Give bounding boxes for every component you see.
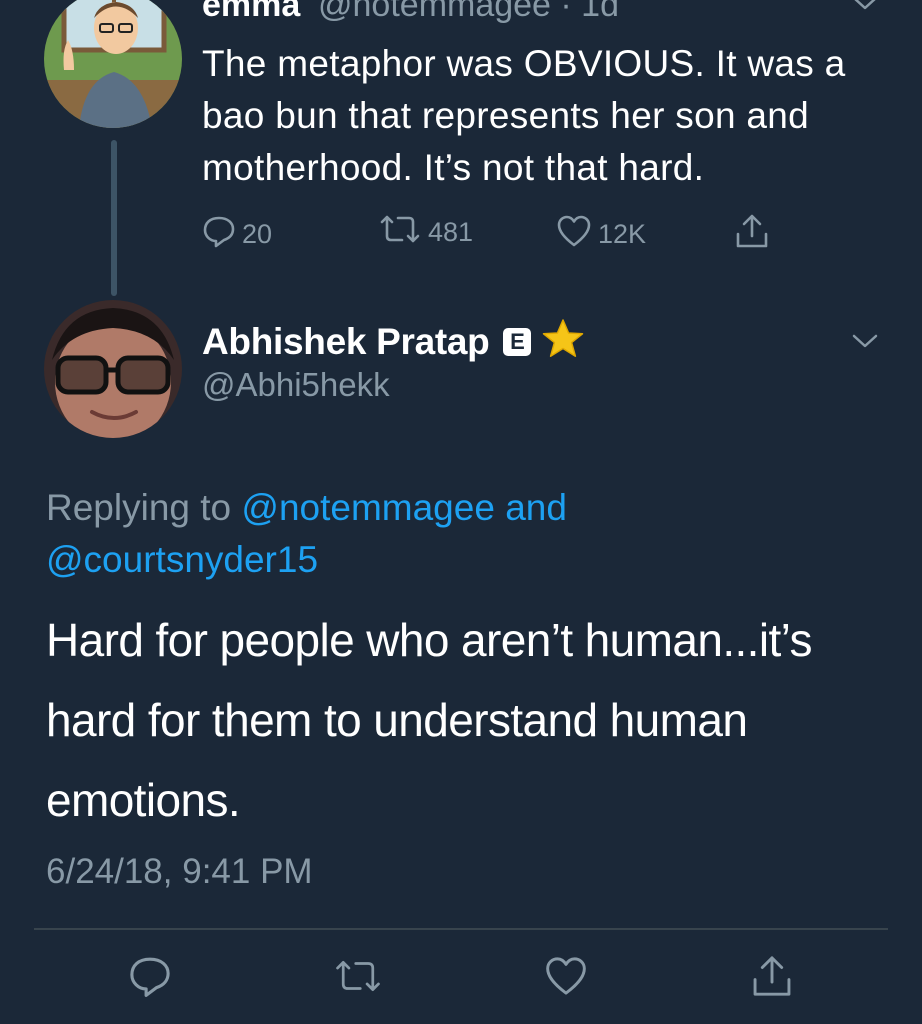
share-icon bbox=[734, 212, 770, 257]
divider bbox=[34, 928, 888, 930]
replying-prefix: Replying to bbox=[46, 487, 242, 528]
reply-button[interactable] bbox=[126, 954, 174, 1002]
tweet-timestamp[interactable]: 6/24/18, 9:41 PM bbox=[46, 852, 313, 892]
author-handle[interactable]: @Abhi5hekk bbox=[202, 366, 390, 404]
chevron-down-icon[interactable] bbox=[850, 332, 880, 357]
e-badge-icon: E bbox=[503, 327, 532, 356]
parent-avatar[interactable] bbox=[44, 0, 182, 128]
retweet-button[interactable] bbox=[334, 954, 382, 1002]
parent-display-name[interactable]: emma bbox=[202, 0, 300, 25]
like-count: 12K bbox=[598, 219, 647, 249]
replying-and[interactable]: and bbox=[495, 487, 567, 528]
author-display-name[interactable]: Abhishek Pratap bbox=[202, 321, 490, 363]
reply-icon bbox=[202, 214, 236, 255]
heart-icon bbox=[556, 214, 592, 255]
reply-count: 20 bbox=[242, 219, 273, 249]
heart-icon bbox=[544, 955, 588, 1002]
parent-tweet-text: The metaphor was OBVIOUS. It was a bao b… bbox=[202, 43, 846, 188]
like-button[interactable] bbox=[542, 954, 590, 1002]
parent-like-button[interactable]: 12K bbox=[556, 214, 646, 255]
mention-link-1[interactable]: @notemmagee bbox=[241, 487, 495, 528]
mention-link-2[interactable]: @courtsnyder15 bbox=[46, 539, 318, 580]
parent-retweet-button[interactable]: 481 bbox=[378, 214, 473, 251]
thread-connector-line bbox=[111, 140, 117, 296]
retweet-icon bbox=[378, 214, 422, 251]
parent-reply-button[interactable]: 20 bbox=[202, 214, 272, 255]
reply-icon bbox=[128, 954, 172, 1003]
parent-share-button[interactable] bbox=[734, 212, 770, 257]
retweet-icon bbox=[333, 958, 383, 999]
retweet-count: 481 bbox=[428, 217, 474, 247]
share-icon bbox=[750, 953, 794, 1004]
star-emoji-icon bbox=[541, 318, 585, 365]
replying-to-line: Replying to @notemmagee and @courtsnyder… bbox=[46, 482, 866, 586]
author-avatar[interactable] bbox=[44, 300, 182, 438]
author-name-row[interactable]: Abhishek Pratap E bbox=[202, 318, 585, 365]
chevron-down-icon[interactable] bbox=[850, 0, 880, 19]
share-button[interactable] bbox=[748, 954, 796, 1002]
parent-handle-and-time[interactable]: @notemmagee · 1d bbox=[318, 0, 619, 25]
tweet-text: Hard for people who aren’t human...it’s … bbox=[46, 614, 812, 826]
